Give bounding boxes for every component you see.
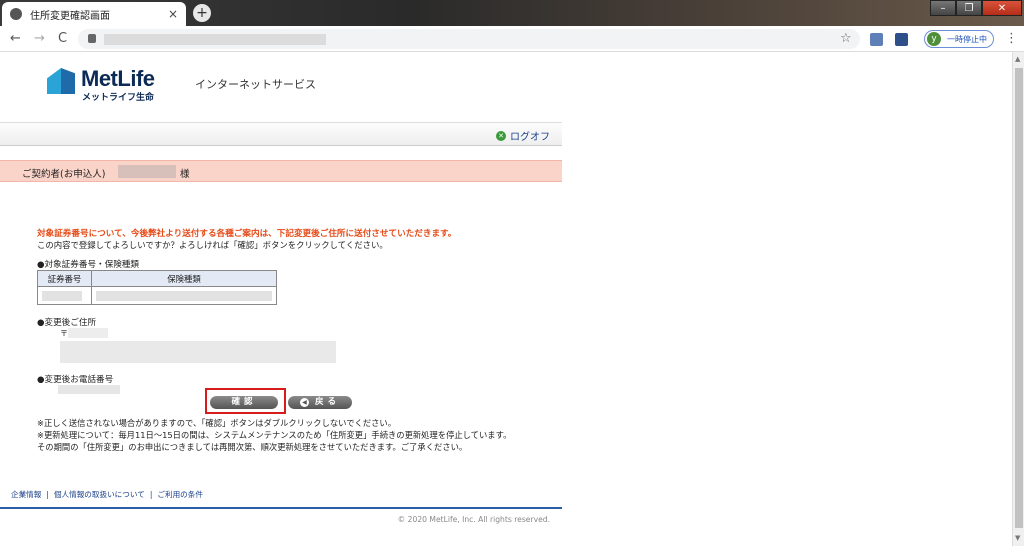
- back-arrow-icon: ◀: [299, 398, 309, 407]
- postal-mark: 〒: [60, 329, 68, 338]
- service-title: インターネットサービス: [195, 78, 316, 91]
- contractor-name-redacted: [118, 165, 176, 178]
- new-tab-button[interactable]: +: [193, 4, 211, 22]
- metlife-logo-icon[interactable]: [47, 68, 75, 94]
- search-extension-icon[interactable]: [895, 33, 908, 46]
- extension-icon[interactable]: [870, 33, 883, 46]
- back-button-label: 戻る: [314, 397, 340, 407]
- profile-status: 一時停止中: [947, 34, 987, 44]
- scrollbar-thumb[interactable]: [1015, 68, 1023, 528]
- processing-note: その期間の「住所変更」のお申出につきましては再開次第、順次更新処理をさせていただ…: [37, 442, 468, 452]
- contractor-label: ご契約者(お申込人): [22, 169, 106, 180]
- footer-link-privacy[interactable]: 個人情報の取扱いについて: [54, 490, 145, 499]
- more-menu-icon[interactable]: ⋮: [1005, 31, 1018, 46]
- profile-button[interactable]: y 一時停止中: [924, 30, 994, 48]
- logoff-label: ログオフ: [510, 132, 550, 143]
- brand-subtitle: メットライフ生命: [82, 93, 155, 103]
- address-redacted: [60, 341, 336, 363]
- insurance-type-redacted: [91, 286, 277, 305]
- contractor-bar: ご契約者(お申込人) 様: [0, 160, 562, 182]
- logoff-link[interactable]: ✕ ログオフ: [496, 128, 550, 143]
- url-redacted: [104, 34, 326, 45]
- footer-link-company[interactable]: 企業情報: [11, 490, 41, 499]
- scroll-up-icon[interactable]: ▲: [1015, 55, 1020, 63]
- scroll-down-icon[interactable]: ▼: [1015, 534, 1020, 542]
- reload-icon[interactable]: C: [58, 31, 67, 46]
- address-section-title: ●変更後ご住所: [37, 318, 97, 328]
- column-header-policy-number: 証券番号: [37, 270, 92, 287]
- browser-titlebar: 住所変更確認画面 × + – ❐ ✕: [0, 0, 1024, 26]
- address-bar[interactable]: [78, 29, 860, 49]
- bookmark-star-icon[interactable]: ☆: [840, 31, 852, 46]
- footer-separator: |: [149, 490, 153, 499]
- double-click-note: ※正しく送信されない場合がありますので、「確認」ボタンはダブルクリックしないでく…: [37, 418, 396, 428]
- window-controls: – ❐ ✕: [930, 0, 1022, 16]
- logoff-bar: ✕ ログオフ: [0, 122, 562, 146]
- site-header: MetLife メットライフ生命 インターネットサービス: [0, 52, 562, 120]
- browser-toolbar: ← → C ☆ y 一時停止中 ⋮: [0, 26, 1024, 52]
- confirm-button[interactable]: 確認: [210, 396, 278, 409]
- confirm-instruction: この内容で登録してよろしいですか？よろしければ「確認」ボタンをクリックしてくださ…: [37, 240, 388, 250]
- phone-section-title: ●変更後お電話番号: [37, 375, 114, 385]
- close-circle-icon: ✕: [496, 130, 506, 141]
- maintenance-note: ※更新処理について：毎月11日～15日の間は、システムメンテナンスのため「住所変…: [37, 430, 512, 440]
- tab-title: 住所変更確認画面: [30, 10, 110, 22]
- back-button[interactable]: ◀ 戻る: [288, 396, 352, 409]
- phone-redacted: [58, 385, 120, 394]
- postal-code-redacted: [68, 328, 108, 338]
- avatar: y: [927, 32, 941, 46]
- page-content: MetLife メットライフ生命 インターネットサービス ✕ ログオフ ご契約者…: [0, 52, 562, 546]
- minimize-button[interactable]: –: [930, 0, 956, 16]
- footer-separator: |: [46, 490, 49, 499]
- footer-divider: [0, 507, 562, 509]
- table-row: [37, 286, 277, 305]
- column-header-insurance-type: 保険種類: [91, 270, 277, 287]
- browser-tab[interactable]: 住所変更確認画面 ×: [2, 2, 186, 26]
- policy-number-redacted: [37, 286, 92, 305]
- lock-icon: [88, 34, 96, 43]
- window-close-button[interactable]: ✕: [982, 0, 1022, 16]
- close-tab-icon[interactable]: ×: [168, 7, 178, 21]
- copyright: © 2020 MetLife, Inc. All rights reserved…: [397, 515, 550, 524]
- forward-arrow-icon[interactable]: →: [34, 31, 45, 46]
- footer-link-terms[interactable]: ご利用の条件: [157, 490, 203, 499]
- page-scrollbar[interactable]: ▲ ▼: [1012, 52, 1024, 546]
- back-arrow-icon[interactable]: ←: [10, 31, 21, 46]
- contractor-suffix: 様: [180, 169, 190, 180]
- maximize-button[interactable]: ❐: [956, 0, 982, 16]
- footer-links: 企業情報 | 個人情報の取扱いについて | ご利用の条件: [11, 489, 203, 500]
- brand-name: MetLife: [81, 66, 155, 91]
- policy-table: 証券番号 保険種類: [37, 270, 277, 305]
- globe-icon: [10, 8, 22, 20]
- notice-message: 対象証券番号について、今後弊社より送付する各種ご案内は、下記変更後ご住所に送付さ…: [37, 229, 457, 239]
- policy-section-title: ●対象証券番号・保険種類: [37, 260, 140, 270]
